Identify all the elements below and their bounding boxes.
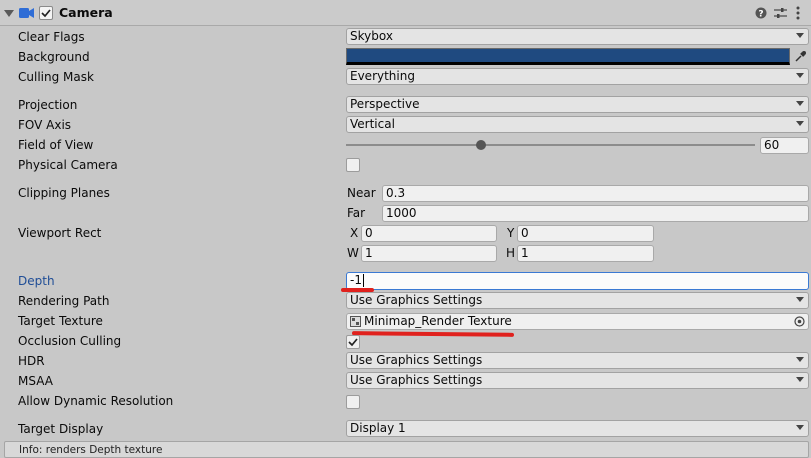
hdr-label: HDR <box>18 354 45 368</box>
allow-dynamic-resolution-label: Allow Dynamic Resolution <box>18 394 174 408</box>
clear-flags-dropdown[interactable]: Skybox <box>346 28 809 45</box>
occlusion-culling-label: Occlusion Culling <box>18 334 122 348</box>
msaa-dropdown[interactable]: Use Graphics Settings <box>346 372 809 389</box>
info-box: Info: renders Depth texture <box>4 441 809 458</box>
fov-axis-value: Vertical <box>350 117 395 131</box>
eyedropper-icon[interactable] <box>794 50 807 63</box>
viewport-x-field[interactable]: 0 <box>361 225 497 242</box>
dropdown-arrow-icon <box>796 33 804 38</box>
near-label: Near <box>347 186 376 200</box>
checkmark-icon <box>348 338 358 347</box>
culling-mask-dropdown[interactable]: Everything <box>346 68 809 85</box>
projection-value: Perspective <box>350 97 420 111</box>
target-icon[interactable] <box>794 316 805 327</box>
dropdown-arrow-icon <box>796 101 804 106</box>
dropdown-arrow-icon <box>796 425 804 430</box>
fov-slider-thumb[interactable] <box>476 140 487 150</box>
viewport-w-field[interactable]: 1 <box>361 245 497 262</box>
checkmark-icon <box>41 9 51 18</box>
target-texture-label: Target Texture <box>18 314 103 328</box>
info-text: Info: renders Depth texture <box>19 444 163 456</box>
projection-dropdown[interactable]: Perspective <box>346 96 809 113</box>
fov-axis-label: FOV Axis <box>18 118 72 132</box>
hdr-dropdown[interactable]: Use Graphics Settings <box>346 352 809 369</box>
depth-value: -1 <box>350 273 362 287</box>
far-label: Far <box>347 206 366 220</box>
dropdown-arrow-icon <box>796 73 804 78</box>
depth-label: Depth <box>18 274 55 288</box>
allow-dynamic-resolution-checkbox[interactable] <box>346 395 360 409</box>
kebab-menu-icon[interactable] <box>796 6 800 20</box>
rendering-path-dropdown[interactable]: Use Graphics Settings <box>346 292 809 309</box>
clear-flags-label: Clear Flags <box>18 30 85 44</box>
target-display-dropdown[interactable]: Display 1 <box>346 420 809 437</box>
msaa-value: Use Graphics Settings <box>350 373 483 387</box>
component-header: Camera ? <box>0 0 811 26</box>
background-color-swatch[interactable] <box>346 48 790 65</box>
culling-mask-label: Culling Mask <box>18 70 94 84</box>
dropdown-arrow-icon <box>796 357 804 362</box>
near-plane-field[interactable]: 0.3 <box>382 185 809 202</box>
svg-text:?: ? <box>758 10 763 20</box>
fov-value-field[interactable]: 60 <box>760 137 809 154</box>
dropdown-arrow-icon <box>796 377 804 382</box>
viewport-w-label: W <box>347 246 359 260</box>
text-cursor <box>362 274 364 287</box>
target-display-value: Display 1 <box>350 421 406 435</box>
rendering-path-label: Rendering Path <box>18 294 110 308</box>
target-display-label: Target Display <box>18 422 104 436</box>
viewport-y-field[interactable]: 0 <box>517 225 654 242</box>
msaa-label: MSAA <box>18 374 53 388</box>
sliders-icon[interactable] <box>774 7 787 19</box>
viewport-h-field[interactable]: 1 <box>517 245 654 262</box>
far-plane-field[interactable]: 1000 <box>382 205 809 222</box>
viewport-x-label: X <box>350 226 359 240</box>
target-texture-value: Minimap_Render Texture <box>364 314 512 328</box>
annotation-underline-texture <box>351 331 515 337</box>
culling-mask-value: Everything <box>350 69 415 83</box>
viewport-y-label: Y <box>507 226 515 240</box>
clipping-planes-label: Clipping Planes <box>18 186 110 200</box>
background-label: Background <box>18 50 90 64</box>
projection-label: Projection <box>18 98 78 112</box>
clear-flags-value: Skybox <box>350 29 393 43</box>
viewport-h-label: H <box>506 246 516 260</box>
dropdown-arrow-icon <box>796 297 804 302</box>
depth-field[interactable]: -1 <box>346 272 809 290</box>
fov-axis-dropdown[interactable]: Vertical <box>346 116 809 133</box>
rendering-path-value: Use Graphics Settings <box>350 293 483 307</box>
help-icon[interactable]: ? <box>755 7 767 19</box>
fov-slider-track[interactable] <box>346 144 755 146</box>
occlusion-culling-checkbox[interactable] <box>346 335 360 349</box>
component-enabled-checkbox[interactable] <box>39 6 53 20</box>
fold-triangle-icon[interactable] <box>4 10 14 17</box>
physical-camera-checkbox[interactable] <box>346 158 360 172</box>
dropdown-arrow-icon <box>796 121 804 126</box>
viewport-rect-label: Viewport Rect <box>18 226 102 240</box>
component-title: Camera <box>59 5 113 20</box>
field-of-view-label: Field of View <box>18 138 94 152</box>
physical-camera-label: Physical Camera <box>18 158 118 172</box>
hdr-value: Use Graphics Settings <box>350 353 483 367</box>
camera-icon <box>19 8 34 18</box>
target-texture-object-field[interactable]: Minimap_Render Texture <box>346 313 809 330</box>
texture-icon <box>350 316 361 327</box>
